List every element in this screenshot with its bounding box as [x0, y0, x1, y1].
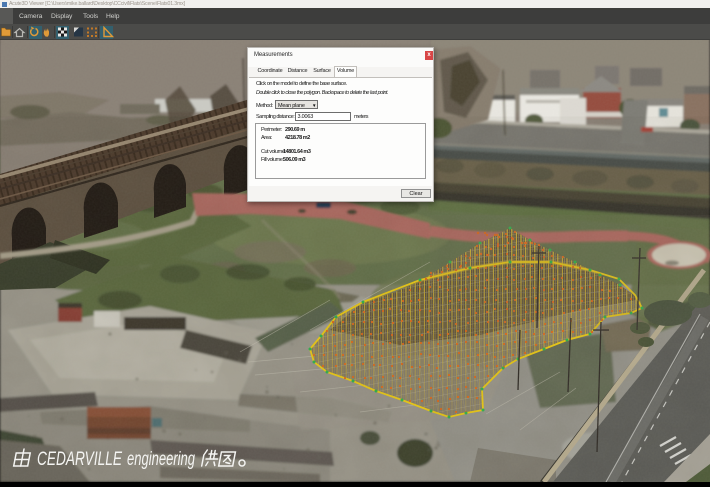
svg-text:engineering: engineering — [127, 449, 195, 470]
svg-text:CEDARVILLE: CEDARVILLE — [37, 449, 122, 470]
